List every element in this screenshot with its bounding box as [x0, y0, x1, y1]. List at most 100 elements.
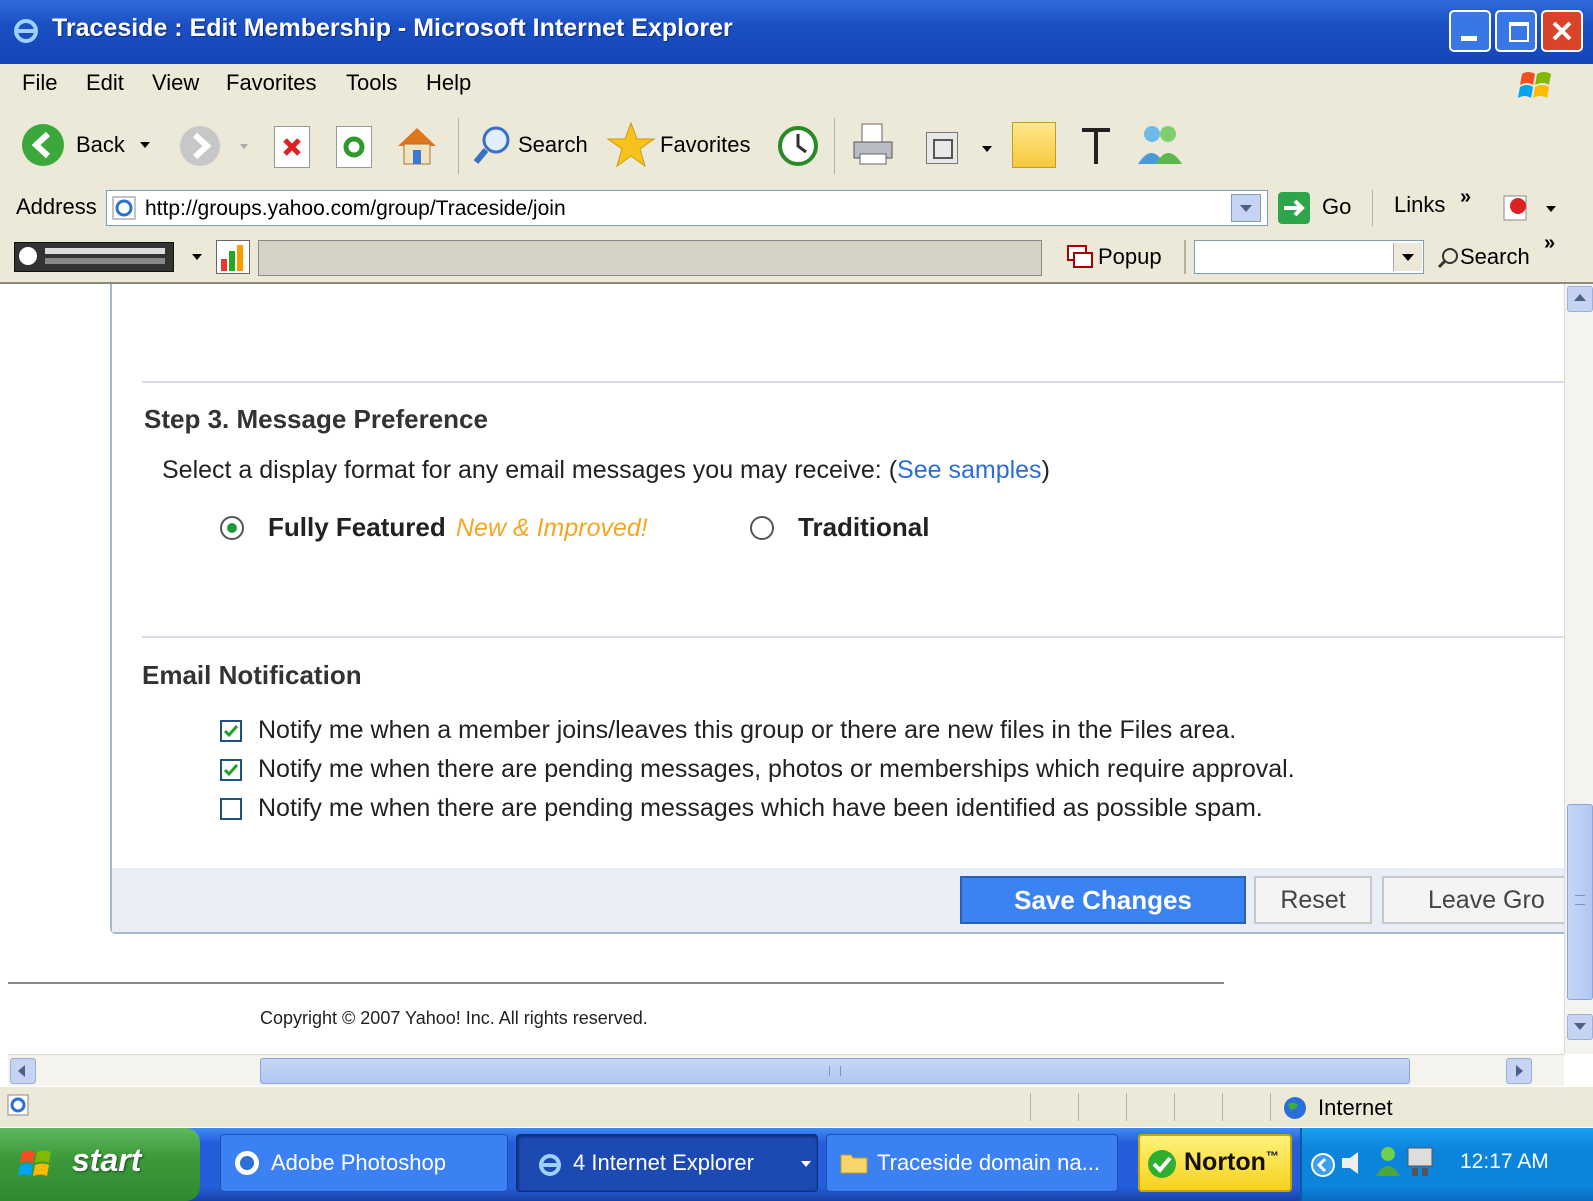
- close-icon: [1552, 21, 1572, 41]
- go-button[interactable]: Go: [1278, 190, 1360, 226]
- edit-icon[interactable]: [926, 132, 958, 164]
- menu-file[interactable]: File: [22, 70, 57, 96]
- menu-favorites[interactable]: Favorites: [226, 70, 316, 96]
- pdf-dropdown-icon[interactable]: [1546, 206, 1556, 212]
- notify-approval-label: Notify me when there are pending message…: [258, 755, 1295, 783]
- footer-divider: [8, 982, 1224, 984]
- popup-label: Popup: [1098, 244, 1162, 269]
- scroll-right-button[interactable]: [1506, 1058, 1532, 1084]
- home-icon[interactable]: [394, 122, 440, 168]
- notify-spam-checkbox[interactable]: [220, 798, 242, 820]
- scroll-down-button[interactable]: [1567, 1014, 1593, 1040]
- start-button[interactable]: start: [0, 1128, 200, 1201]
- toolbar-search-dropdown-button[interactable]: [1393, 243, 1422, 271]
- photoshop-icon: [235, 1151, 259, 1175]
- page-content: Step 3. Message Preference Select a disp…: [8, 284, 1564, 1054]
- norton-button[interactable]: Norton™: [1138, 1134, 1292, 1192]
- chevron-right-icon: [1516, 1065, 1523, 1077]
- address-dropdown-button[interactable]: [1231, 194, 1261, 222]
- forward-arrow-icon[interactable]: [178, 124, 222, 168]
- grip-icon: [1575, 895, 1585, 905]
- close-button[interactable]: [1541, 10, 1583, 52]
- traditional-radio[interactable]: [750, 516, 774, 540]
- taskbar-item-internet-explorer[interactable]: 4 Internet Explorer: [516, 1134, 818, 1192]
- taskbar-item-photoshop[interactable]: Adobe Photoshop: [220, 1134, 508, 1192]
- edit-dropdown-icon[interactable]: [982, 146, 992, 152]
- pdf-icon[interactable]: [1502, 192, 1532, 222]
- fully-featured-radio[interactable]: [220, 516, 244, 540]
- chevron-left-icon: [18, 1065, 25, 1077]
- menu-tools[interactable]: Tools: [346, 70, 397, 96]
- magnifier-icon: [473, 126, 510, 164]
- toolbar-counter-field[interactable]: [258, 240, 1042, 276]
- favorites-button[interactable]: Favorites: [606, 120, 756, 170]
- menu-edit[interactable]: Edit: [86, 70, 124, 96]
- print-icon[interactable]: [850, 122, 896, 168]
- status-divider: [1078, 1093, 1079, 1121]
- messenger-icon[interactable]: [1134, 120, 1186, 168]
- scroll-up-button[interactable]: [1567, 286, 1593, 312]
- taskbar-item-folder[interactable]: Traceside domain na...: [826, 1134, 1118, 1192]
- text-tool-icon[interactable]: [1080, 126, 1112, 166]
- toolbar-search-label: Search: [1460, 244, 1530, 269]
- forward-dropdown-icon[interactable]: [240, 144, 248, 149]
- address-input[interactable]: http://groups.yahoo.com/group/Traceside/…: [106, 190, 1268, 226]
- notify-approval-checkbox[interactable]: [220, 759, 242, 781]
- vertical-scrollbar[interactable]: [1564, 284, 1593, 1054]
- ie-logo-icon: [14, 19, 38, 43]
- toolbar-search-combo[interactable]: [1194, 240, 1424, 274]
- search-button[interactable]: Search: [472, 122, 592, 168]
- system-tray: 12:17 AM: [1300, 1128, 1593, 1201]
- norton-trademark: ™: [1265, 1148, 1279, 1164]
- menu-help[interactable]: Help: [426, 70, 471, 96]
- toolbar-logo-mark: [45, 248, 165, 254]
- title-bar: Traceside : Edit Membership - Microsoft …: [0, 0, 1593, 64]
- reset-button[interactable]: Reset: [1254, 876, 1372, 924]
- menu-view[interactable]: View: [152, 70, 199, 96]
- chevron-down-icon: [1240, 205, 1252, 212]
- links-more-chevron[interactable]: »: [1460, 186, 1471, 209]
- links-button[interactable]: Links: [1394, 192, 1445, 218]
- minimize-button[interactable]: [1449, 10, 1491, 52]
- norton-label: Norton: [1184, 1148, 1266, 1176]
- toolbar-counter-dropdown-icon[interactable]: [192, 254, 202, 260]
- toolbar-separator: [458, 118, 459, 174]
- edit-frame-icon: [933, 139, 953, 159]
- refresh-icon[interactable]: [336, 126, 372, 168]
- bar-chart-icon[interactable]: [216, 240, 250, 274]
- messenger-tray-icon[interactable]: [1374, 1146, 1402, 1178]
- norton-check-icon: [1148, 1150, 1176, 1178]
- note-icon[interactable]: [1012, 122, 1056, 168]
- save-changes-button[interactable]: Save Changes: [960, 876, 1246, 924]
- scroll-left-button[interactable]: [10, 1058, 36, 1084]
- see-samples-link[interactable]: See samples: [897, 456, 1042, 484]
- toolbar-more-chevron[interactable]: »: [1544, 232, 1555, 255]
- restore-icon: [1509, 22, 1529, 42]
- section-divider: [142, 636, 1564, 638]
- popup-button[interactable]: Popup: [1066, 240, 1176, 274]
- security-zone-label: Internet: [1318, 1095, 1393, 1120]
- copyright-text: Copyright © 2007 Yahoo! Inc. All rights …: [260, 1008, 648, 1028]
- restore-button[interactable]: [1495, 10, 1537, 52]
- toolbar-search-button[interactable]: Search: [1436, 240, 1536, 274]
- network-icon[interactable]: [1406, 1146, 1434, 1178]
- window-title: Traceside : Edit Membership - Microsoft …: [52, 14, 733, 42]
- volume-icon[interactable]: [1340, 1148, 1368, 1178]
- tray-expand-icon[interactable]: [1310, 1152, 1336, 1178]
- status-divider: [1126, 1093, 1127, 1121]
- address-bar: Address http://groups.yahoo.com/group/Tr…: [0, 186, 1593, 233]
- standard-toolbar: Back Search Favorites: [0, 108, 1593, 187]
- windows-logo-icon: [1518, 72, 1551, 98]
- notify-member-checkbox[interactable]: [220, 720, 242, 742]
- grip-icon: [829, 1066, 841, 1076]
- toolbar-counter-logo[interactable]: [14, 242, 174, 272]
- horizontal-scrollbar[interactable]: [8, 1054, 1564, 1087]
- back-button[interactable]: Back: [20, 122, 160, 168]
- stop-icon[interactable]: [274, 126, 310, 168]
- scroll-thumb[interactable]: [1567, 804, 1593, 1000]
- page-icon: [111, 195, 137, 221]
- hscroll-thumb[interactable]: [260, 1058, 1410, 1084]
- leave-group-button[interactable]: Leave Gro: [1382, 876, 1564, 924]
- new-improved-tag: New & Improved!: [456, 514, 648, 542]
- history-icon[interactable]: [776, 124, 820, 168]
